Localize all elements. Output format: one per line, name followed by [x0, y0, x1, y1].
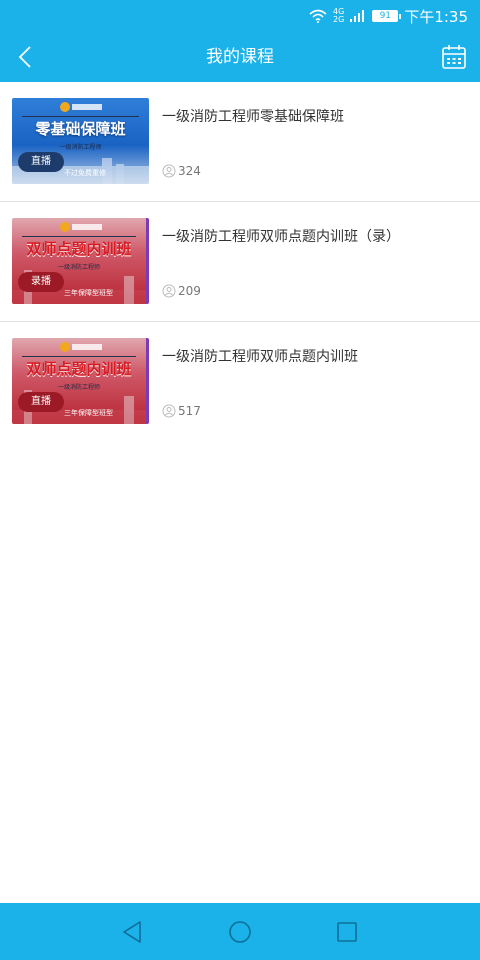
thumb-divider	[22, 356, 136, 357]
signal-bars-icon	[350, 10, 365, 22]
course-title[interactable]: 一级消防工程师双师点题内训班	[162, 346, 468, 366]
battery-level: 91	[379, 11, 392, 21]
thumb-divider	[22, 236, 136, 237]
page-title: 我的课程	[206, 47, 274, 67]
course-thumbnail[interactable]: 双师点题内训班 一级消防工程师 直播 三年保障型班型	[12, 338, 149, 424]
school-logo-icon	[60, 102, 102, 112]
learner-count: 324	[162, 164, 201, 178]
system-nav-bar	[0, 903, 480, 960]
battery-icon: 91	[372, 10, 402, 22]
learner-count: 209	[162, 284, 201, 298]
thumb-headline: 双师点题内训班	[26, 240, 132, 258]
nav-back-button[interactable]	[120, 920, 144, 944]
course-title[interactable]: 一级消防工程师双师点题内训班（录）	[162, 226, 468, 246]
school-logo-icon	[60, 222, 102, 232]
thumb-tagline: 三年保障型班型	[64, 409, 113, 417]
course-item[interactable]: 双师点题内训班 一级消防工程师 录播 三年保障型班型 一级消防工程师双师点题内训…	[0, 202, 480, 322]
course-title[interactable]: 一级消防工程师零基础保障班	[162, 106, 468, 126]
thumb-divider	[22, 116, 139, 117]
course-item[interactable]: 双师点题内训班 一级消防工程师 直播 三年保障型班型 一级消防工程师双师点题内训…	[0, 322, 480, 441]
thumb-tagline: 三年保障型班型	[64, 289, 113, 297]
user-icon	[162, 284, 176, 298]
user-icon	[162, 164, 176, 178]
live-badge: 直播	[18, 152, 64, 172]
learner-count-value: 517	[178, 404, 201, 418]
learner-count: 517	[162, 404, 201, 418]
course-item[interactable]: 零基础保障班 一级消防工程师 直播 不过免费重修 一级消防工程师零基础保障班 3…	[0, 82, 480, 202]
recorded-badge: 录播	[18, 272, 64, 292]
nav-recents-button[interactable]	[335, 920, 359, 944]
status-indicators: 4G 2G 91 下午1:35	[309, 6, 468, 26]
user-icon	[162, 404, 176, 418]
triangle-back-icon	[123, 921, 141, 943]
circle-home-icon	[229, 921, 251, 943]
thumb-tagline: 不过免费重修	[64, 169, 106, 177]
chevron-left-icon	[18, 46, 31, 68]
back-button[interactable]	[8, 40, 42, 74]
learner-count-value: 209	[178, 284, 201, 298]
calendar-button[interactable]	[440, 43, 468, 71]
square-recents-icon	[337, 922, 357, 942]
clock: 下午1:35	[404, 7, 468, 26]
thumb-headline: 零基础保障班	[35, 120, 126, 138]
learner-count-value: 324	[178, 164, 201, 178]
thumb-headline: 双师点题内训班	[26, 360, 132, 378]
wifi-icon	[309, 9, 327, 23]
calendar-icon	[442, 45, 466, 69]
network-type-bottom: 2G	[333, 15, 345, 24]
school-logo-icon	[60, 342, 102, 352]
live-badge: 直播	[18, 392, 64, 412]
status-bar: 4G 2G 91 下午1:35	[0, 0, 480, 32]
network-indicator: 4G 2G	[333, 8, 344, 24]
course-list: 零基础保障班 一级消防工程师 直播 不过免费重修 一级消防工程师零基础保障班 3…	[0, 82, 480, 441]
course-thumbnail[interactable]: 双师点题内训班 一级消防工程师 录播 三年保障型班型	[12, 218, 149, 304]
nav-home-button[interactable]	[228, 920, 252, 944]
course-thumbnail[interactable]: 零基础保障班 一级消防工程师 直播 不过免费重修	[12, 98, 149, 184]
app-header: 我的课程	[0, 32, 480, 82]
